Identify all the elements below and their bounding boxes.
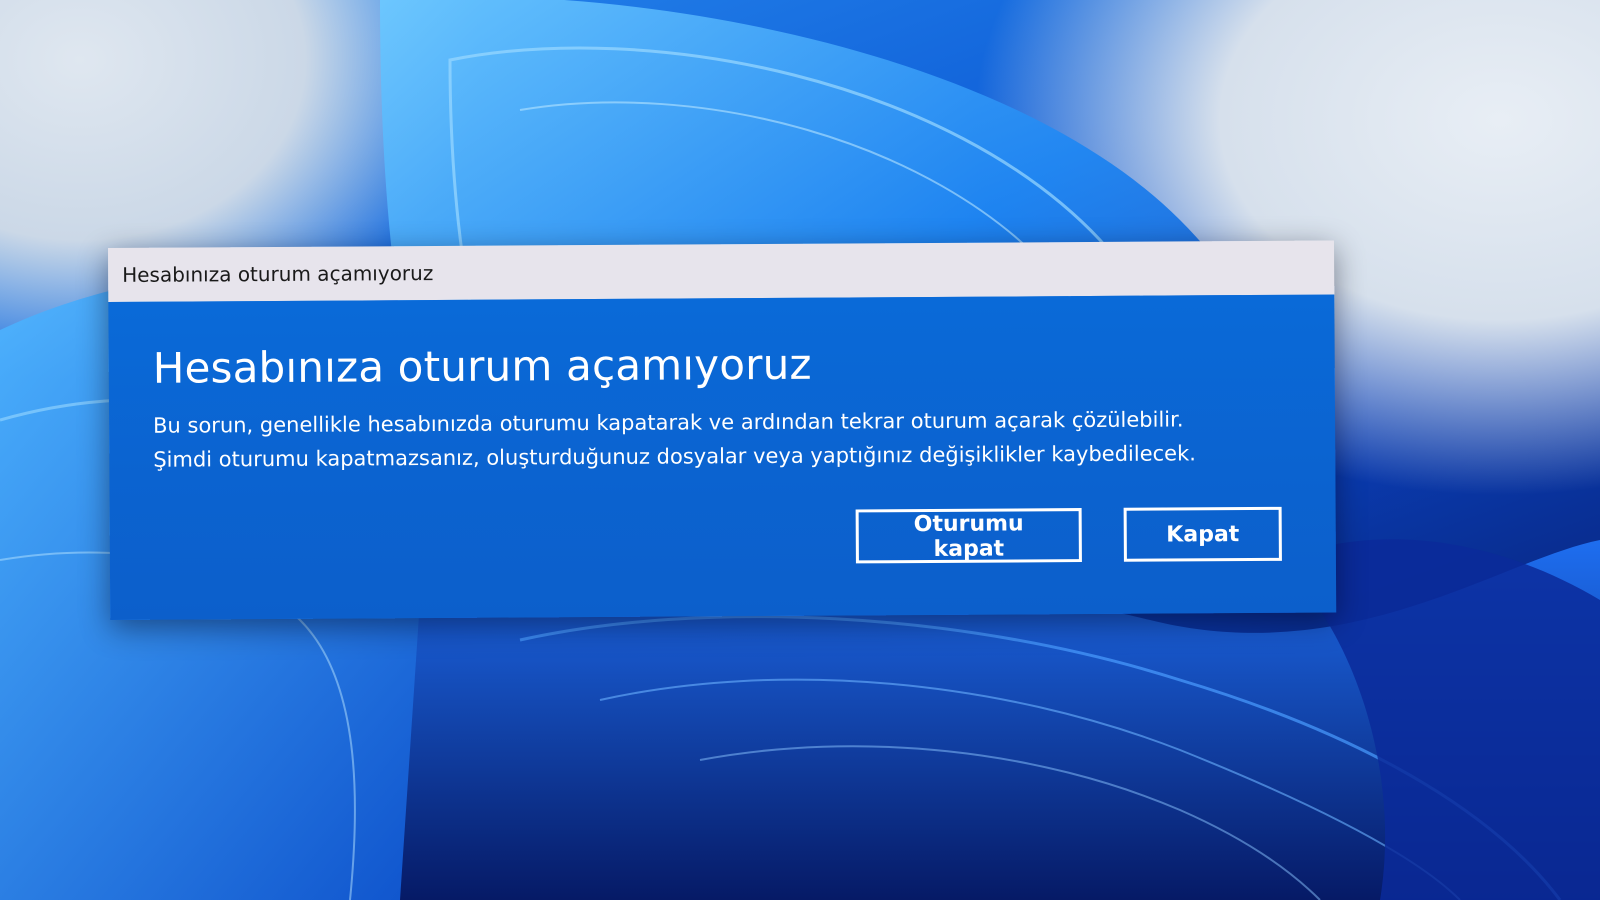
dialog-body: Hesabınıza oturum açamıyoruz Bu sorun, g… (108, 294, 1337, 620)
dialog-message: Bu sorun, genellikle hesabınızda oturumu… (153, 402, 1291, 477)
dialog-window-title: Hesabınıza oturum açamıyoruz (122, 261, 434, 287)
dialog-message-line-2: Şimdi oturumu kapatmazsanız, oluşturduğu… (153, 441, 1196, 472)
sign-out-button[interactable]: Oturumu kapat (855, 508, 1082, 564)
error-dialog: Hesabınıza oturum açamıyoruz Hesabınıza … (108, 240, 1337, 620)
dialog-message-line-1: Bu sorun, genellikle hesabınızda oturumu… (153, 407, 1184, 438)
dialog-titlebar[interactable]: Hesabınıza oturum açamıyoruz (108, 240, 1335, 302)
close-button[interactable]: Kapat (1123, 506, 1282, 562)
dialog-heading: Hesabınıza oturum açamıyoruz (152, 339, 812, 393)
dialog-buttons: Oturumu kapat Kapat (855, 506, 1282, 564)
desktop: Hesabınıza oturum açamıyoruz Hesabınıza … (0, 0, 1600, 900)
